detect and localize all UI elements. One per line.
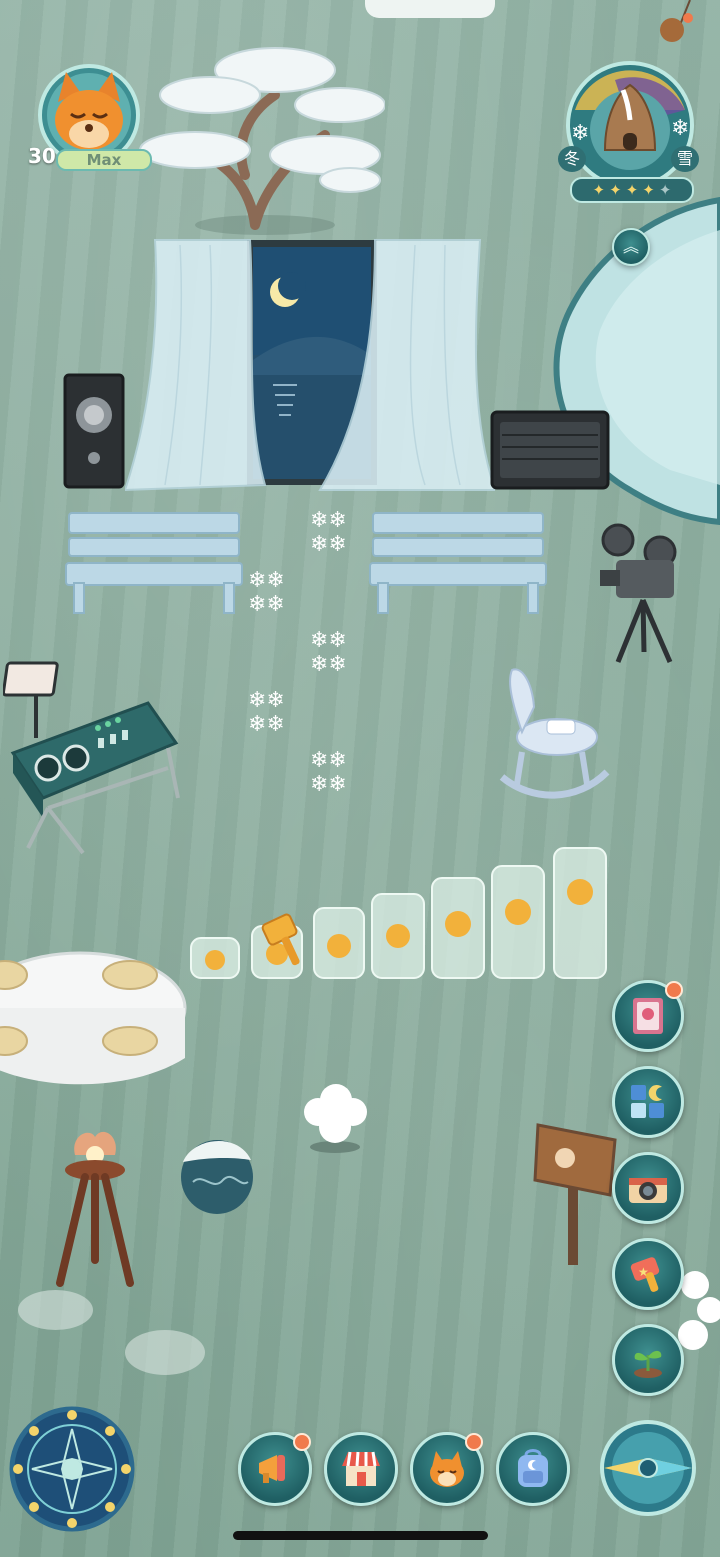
svg-text:❄❄: ❄❄: [248, 568, 285, 593]
tall-speaker: [63, 373, 125, 489]
svg-text:❄❄: ❄❄: [248, 688, 285, 713]
rocking-horse: [499, 668, 610, 799]
level-status-bar: Max: [56, 149, 152, 171]
weather-label: 雪: [671, 146, 699, 172]
svg-text:❄❄: ❄❄: [248, 712, 285, 737]
star-icon: ✦: [658, 181, 672, 199]
snowy-shrub: [304, 1084, 367, 1153]
announcement-button[interactable]: [238, 1432, 312, 1506]
stepping-stone: [18, 1290, 93, 1330]
stepping-stone: [125, 1330, 205, 1375]
expand-panel-button[interactable]: ︽: [612, 228, 650, 266]
moon-blocks-icon: [631, 1085, 664, 1118]
svg-text:❄: ❄: [671, 116, 689, 141]
svg-text:❄❄: ❄❄: [310, 748, 347, 773]
bench-left: [65, 512, 243, 614]
player-level: 30: [28, 144, 56, 168]
shop-button[interactable]: [324, 1432, 398, 1506]
svg-text:❄❄: ❄❄: [310, 652, 347, 677]
wooden-signpost: [533, 1123, 617, 1265]
fox-friend-icon: [430, 1451, 464, 1487]
svg-text:❄❄: ❄❄: [310, 628, 347, 653]
star-icon: ✦: [609, 181, 622, 199]
moon-compass-button[interactable]: [8, 1405, 136, 1533]
notification-badge: [665, 981, 683, 999]
star-icon: ✦: [642, 181, 655, 199]
camera-icon: [629, 1178, 667, 1203]
snow-rock: [181, 1140, 253, 1214]
shop-icon: [342, 1451, 380, 1486]
round-dining-table: [0, 951, 187, 1085]
snowy-pine-tree: [139, 47, 385, 235]
hanging-ornament-icon: [650, 0, 700, 48]
svg-text:❄❄: ❄❄: [248, 592, 285, 617]
megaphone-icon: [259, 1455, 285, 1483]
backpack-icon: [518, 1449, 548, 1487]
svg-text:❄❄: ❄❄: [310, 772, 347, 797]
snowflake-footprints: ❄❄❄❄ ❄❄❄❄ ❄❄❄❄ ❄❄❄❄ ❄❄❄❄: [248, 508, 347, 797]
collection-book-button[interactable]: [612, 980, 684, 1052]
svg-text:❄❄: ❄❄: [310, 508, 347, 533]
home-indicator[interactable]: [233, 1531, 488, 1540]
moonlit-window-stage: [125, 239, 495, 492]
star-hammer-icon: ★: [630, 1257, 660, 1292]
wide-speaker: [490, 410, 610, 490]
garden-button[interactable]: [612, 1324, 684, 1396]
flower-book-icon: [633, 998, 663, 1034]
build-hammer-button[interactable]: ★: [612, 1238, 684, 1310]
camera-button[interactable]: [612, 1152, 684, 1224]
season-label: 冬: [558, 146, 586, 172]
sprout-icon: [634, 1350, 662, 1378]
decor-blocks-button[interactable]: [612, 1066, 684, 1138]
backpack-button[interactable]: [496, 1432, 570, 1506]
svg-text:❄❄: ❄❄: [310, 532, 347, 557]
star-rating: ✦ ✦ ✦ ✦ ✦: [570, 177, 694, 203]
snow-patch: [365, 0, 495, 18]
double-chevron-up-icon: ︽: [622, 237, 639, 256]
svg-text:❄: ❄: [571, 121, 589, 146]
notification-badge: [465, 1433, 483, 1451]
navigation-compass-button[interactable]: [598, 1418, 698, 1518]
glowing-jars-row: [190, 847, 607, 979]
bench-right: [369, 512, 547, 614]
compass-arrow-icon: [600, 1420, 696, 1516]
moon-phase-compass-icon: [9, 1406, 135, 1532]
svg-text:★: ★: [638, 1265, 649, 1279]
friends-button[interactable]: [410, 1432, 484, 1506]
star-icon: ✦: [625, 181, 639, 199]
synthesizer-keyboard: [10, 701, 180, 855]
film-projector: [600, 523, 677, 663]
torch-stand: [56, 1131, 134, 1287]
star-icon: ✦: [592, 181, 606, 199]
game-scene: ❄❄ ❄❄ ❄❄ ❄❄ ❄❄ ❄❄ ❄❄ ❄❄ ❄❄ ❄❄: [0, 0, 720, 1557]
notification-badge: [293, 1433, 311, 1451]
